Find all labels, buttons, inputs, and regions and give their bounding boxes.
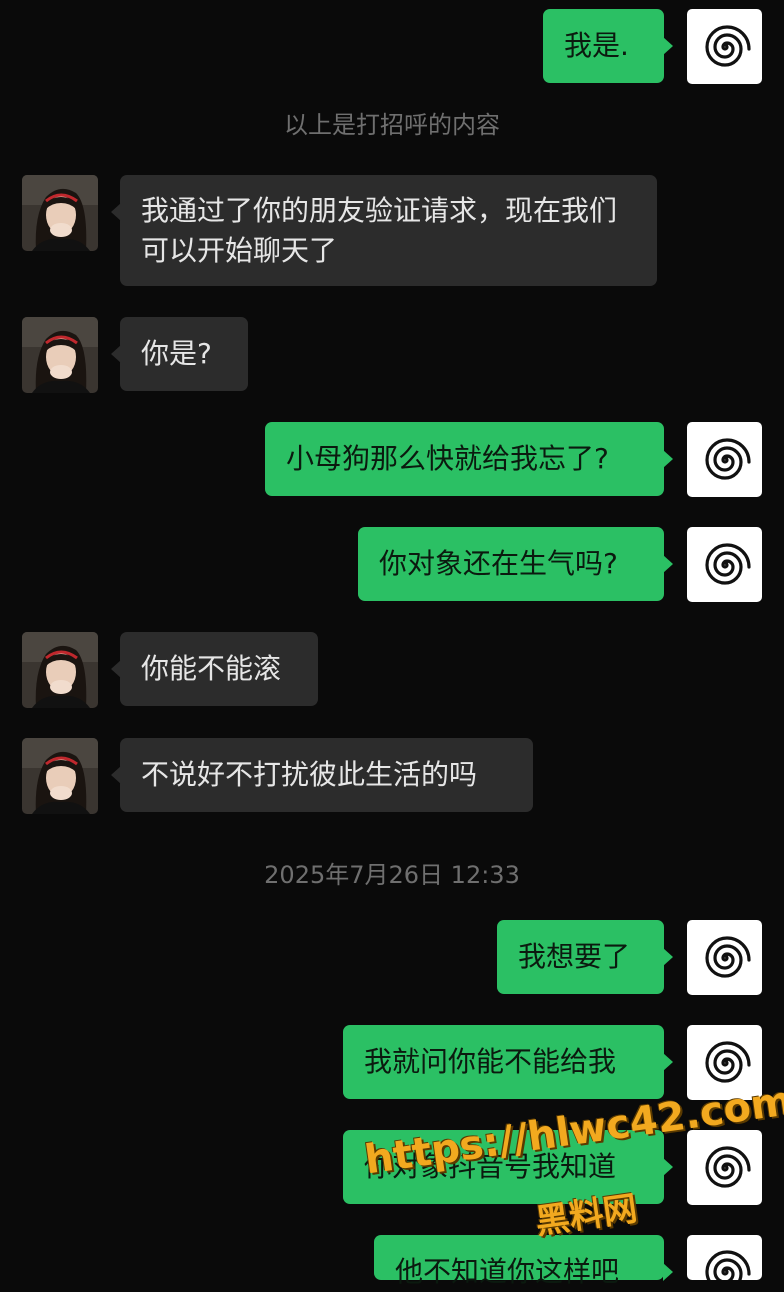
my-avatar[interactable] xyxy=(687,1130,762,1205)
spiral-icon xyxy=(704,542,751,585)
message-bubble-sent[interactable]: 小母狗那么快就给我忘了? xyxy=(265,422,673,496)
my-avatar[interactable] xyxy=(687,9,762,84)
my-avatar[interactable] xyxy=(687,422,762,497)
message-bubble-sent[interactable]: 我是. xyxy=(543,9,673,83)
timestamp: 2025年7月26日 12:33 xyxy=(264,861,520,889)
my-avatar[interactable] xyxy=(687,1235,762,1280)
person-photo-icon xyxy=(22,632,98,708)
message-bubble-sent[interactable]: 我想要了 xyxy=(497,920,673,994)
contact-avatar[interactable] xyxy=(22,175,98,251)
spiral-icon xyxy=(704,437,751,480)
system-notice: 以上是打招呼的内容 xyxy=(284,111,500,139)
my-avatar[interactable] xyxy=(687,527,762,602)
spiral-icon xyxy=(704,1250,751,1280)
person-photo-icon xyxy=(22,317,98,393)
message-bubble-sent[interactable]: 他不知道你这样吧 xyxy=(374,1235,673,1288)
my-avatar[interactable] xyxy=(687,920,762,995)
message-bubble-sent[interactable]: 你对象还在生气吗? xyxy=(358,527,673,601)
message-bubble-received[interactable]: 你能不能滚 xyxy=(111,632,318,706)
person-photo-icon xyxy=(22,738,98,814)
person-photo-icon xyxy=(22,175,98,251)
message-bubble-sent[interactable]: 我就问你能不能给我 xyxy=(343,1025,673,1099)
contact-avatar[interactable] xyxy=(22,738,98,814)
message-bubble-received[interactable]: 不说好不打扰彼此生活的吗 xyxy=(111,738,533,812)
spiral-icon xyxy=(704,935,751,978)
spiral-icon xyxy=(704,1145,751,1188)
contact-avatar[interactable] xyxy=(22,632,98,708)
message-bubble-received[interactable]: 你是? xyxy=(111,317,248,391)
contact-avatar[interactable] xyxy=(22,317,98,393)
spiral-icon xyxy=(704,24,751,67)
message-bubble-received[interactable]: 我通过了你的朋友验证请求，现在我们可以开始聊天了 xyxy=(111,175,657,286)
